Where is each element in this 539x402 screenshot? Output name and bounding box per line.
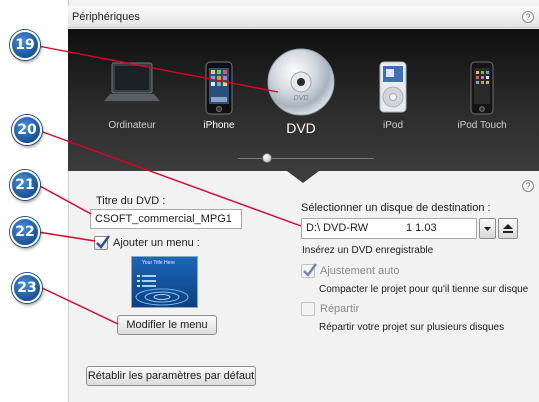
- callout-line-22: [37, 231, 96, 242]
- callout-line-21: [37, 184, 92, 215]
- callout-line-19: [37, 45, 279, 93]
- callout-23: 23: [12, 273, 42, 303]
- callout-21: 21: [10, 170, 40, 200]
- callout-line-23: [39, 286, 119, 325]
- callout-lines: [37, 45, 302, 325]
- callout-20: 20: [12, 115, 42, 145]
- callout-line-20: [39, 130, 302, 227]
- callout-19: 19: [10, 30, 40, 60]
- callout-22: 22: [10, 217, 40, 247]
